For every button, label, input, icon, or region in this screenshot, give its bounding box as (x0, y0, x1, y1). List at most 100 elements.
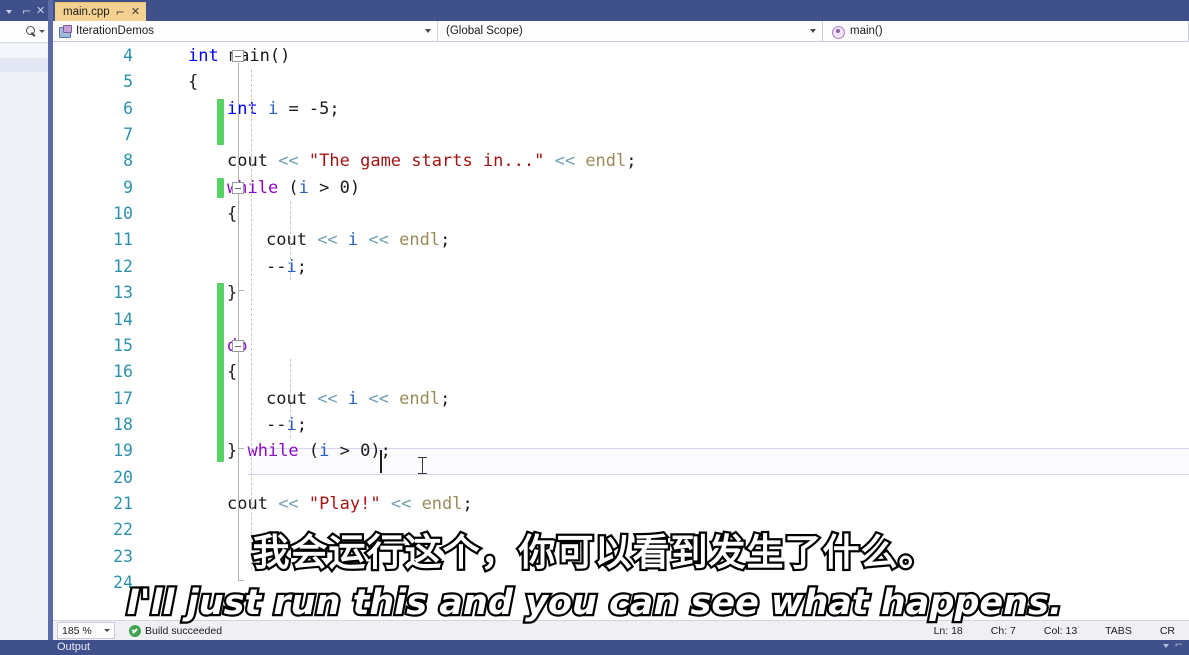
status-line: Ln: 18 (933, 624, 963, 637)
pin-icon[interactable]: ⌐ (1175, 641, 1183, 651)
mouse-ibeam-cursor (417, 456, 428, 476)
code-token: endl (585, 151, 627, 172)
line-number: 22 (113, 520, 133, 540)
code-token: i (319, 441, 330, 462)
code-token: endl (399, 230, 441, 251)
scope-name: (Global Scope) (446, 25, 523, 37)
code-token: -- (266, 256, 287, 277)
project-name: IterationDemos (76, 25, 154, 37)
line-number: 6 (123, 98, 133, 118)
line-number: 18 (113, 414, 133, 434)
tool-window-row[interactable] (0, 72, 48, 86)
code-token: ( (298, 441, 320, 462)
tool-window-row[interactable] (0, 44, 48, 58)
code-token: cout (227, 151, 279, 172)
line-number: 21 (113, 493, 133, 513)
line-number: 4 (123, 46, 133, 65)
code-line[interactable]: 10 { (53, 201, 1189, 227)
line-number: 13 (113, 283, 133, 303)
zoom-level-dropdown[interactable]: 185 % (57, 622, 115, 639)
fold-structure-line (237, 194, 239, 291)
fold-structure-end (237, 448, 244, 450)
fold-structure-end (237, 290, 244, 292)
status-tabs-mode: TABS (1105, 624, 1132, 637)
code-text: int i = -5; (227, 96, 340, 122)
code-token: "The game starts in..." (308, 151, 545, 172)
code-token: int (227, 98, 258, 119)
fold-structure-end (237, 580, 244, 581)
chevron-down-icon[interactable] (104, 628, 110, 632)
code-token: i (267, 98, 279, 119)
code-text: { (188, 69, 198, 95)
tab-close-icon[interactable]: ✕ (131, 6, 140, 18)
tab-pin-icon[interactable]: ⌐ (116, 6, 125, 19)
fold-marker-collapse[interactable] (232, 181, 244, 194)
line-number: 14 (113, 309, 133, 329)
code-token: while (247, 441, 299, 462)
chevron-down-icon[interactable] (39, 30, 45, 33)
tab-main-cpp[interactable]: main.cpp ⌐ ✕ (55, 2, 147, 21)
chevron-down-icon[interactable] (4, 5, 16, 17)
code-token: cout (266, 230, 318, 251)
line-number: 15 (113, 335, 133, 355)
code-text: { (227, 359, 237, 385)
close-icon[interactable]: ✕ (34, 5, 46, 17)
output-dock[interactable] (0, 640, 1189, 655)
status-bar: 185 % Build succeeded Ln: 18 Ch: 7 Col: … (53, 620, 1189, 640)
code-token: << (554, 151, 576, 172)
code-line[interactable]: 22 (53, 517, 1189, 543)
code-token: i (286, 414, 297, 435)
status-encoding: CR (1159, 624, 1175, 637)
fold-marker-collapse[interactable] (232, 50, 244, 62)
output-dock-label[interactable]: Output (57, 641, 90, 653)
output-dock-buttons: ⌐ (1162, 641, 1183, 651)
document-tab-strip: main.cpp ⌐ ✕ (53, 0, 1189, 21)
pin-icon[interactable]: ⌐ (19, 5, 31, 17)
code-line[interactable]: 5{ (53, 69, 1189, 95)
code-line[interactable]: 24 (53, 570, 1189, 596)
code-line[interactable]: 11 cout << i << endl; (53, 227, 1189, 253)
change-bar (217, 98, 224, 146)
fold-marker-collapse[interactable] (232, 339, 244, 352)
line-number: 11 (113, 230, 133, 250)
code-text: --i; (266, 254, 307, 280)
code-token: << (317, 388, 338, 409)
code-text: cout << "Play!" << endl; (227, 491, 473, 517)
code-token: ; (440, 230, 451, 251)
code-editor[interactable]: 4 int main() 5{6 int i = -5; 7 8 cout << "The … (53, 42, 1189, 620)
chevron-down-icon[interactable] (425, 29, 431, 33)
project-dropdown[interactable]: IterationDemos (53, 21, 438, 41)
code-line[interactable]: 8 cout << "The game starts in..." << endl… (53, 148, 1189, 174)
line-number: 8 (123, 151, 133, 171)
tool-window-search[interactable] (0, 21, 48, 43)
code-token: "Play!" (308, 493, 381, 514)
code-line[interactable]: 23 (53, 544, 1189, 570)
chevron-down-icon[interactable] (810, 29, 816, 33)
code-line[interactable]: 4 int main() (53, 43, 1189, 69)
search-icon (26, 26, 37, 37)
code-token: ; (296, 414, 307, 435)
build-status-label: Build succeeded (145, 624, 223, 637)
chevron-down-icon[interactable] (1162, 644, 1169, 648)
status-char: Ch: 7 (990, 624, 1016, 637)
text-caret (380, 450, 382, 473)
status-col: Col: 13 (1043, 624, 1078, 637)
tool-window-row-selected[interactable] (0, 58, 48, 72)
code-token: ; (626, 151, 637, 172)
function-dropdown[interactable]: main() (823, 21, 1189, 41)
code-line[interactable]: 12 --i; (53, 254, 1189, 280)
code-token: i (347, 388, 359, 409)
checkmark-icon (129, 624, 141, 637)
scope-dropdown[interactable]: (Global Scope) (438, 21, 823, 41)
code-token: << (390, 493, 412, 514)
code-token: ( (278, 177, 299, 198)
code-line[interactable]: 20 (53, 465, 1189, 491)
indent-guide (251, 69, 252, 570)
code-line[interactable]: 21 cout << "Play!" << endl; (53, 491, 1189, 517)
code-token: cout (266, 388, 318, 409)
fold-structure-line (237, 63, 239, 580)
